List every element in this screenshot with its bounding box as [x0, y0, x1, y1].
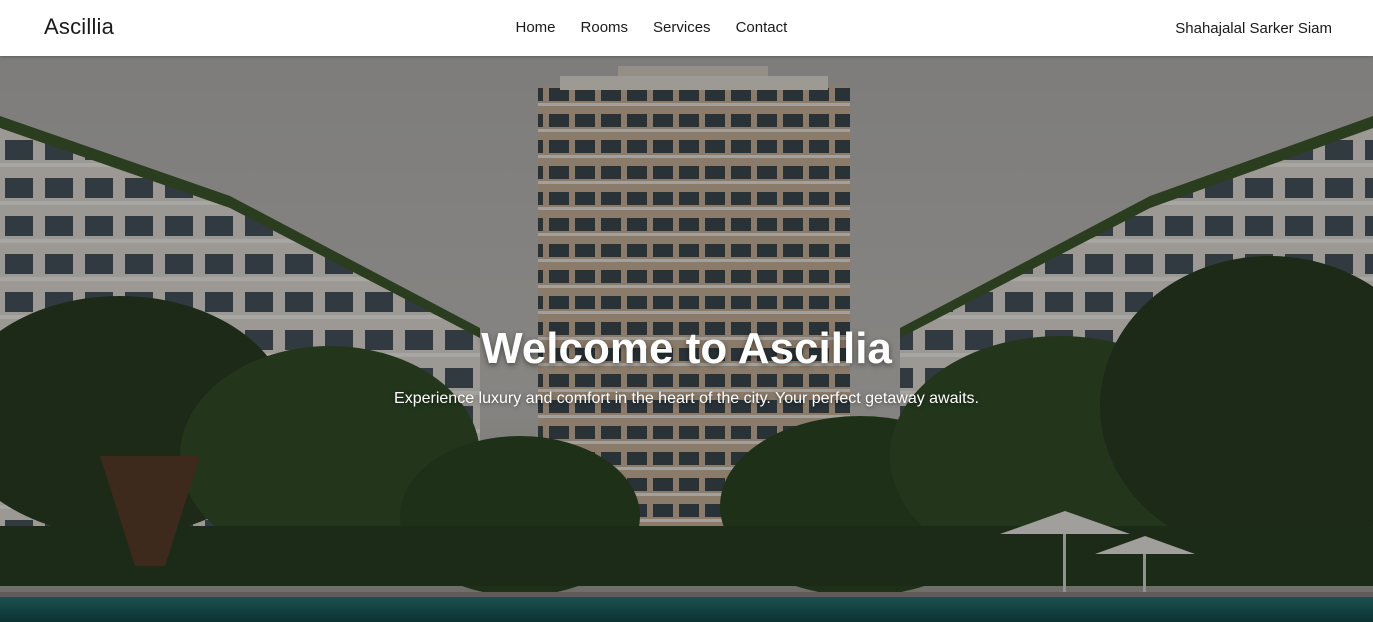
nav-item-home: Home	[516, 19, 556, 37]
nav-item-contact: Contact	[736, 19, 788, 37]
nav-link-services[interactable]: Services	[653, 19, 711, 36]
nav-link-contact[interactable]: Contact	[736, 19, 788, 36]
user-profile-link[interactable]: Shahajalal Sarker Siam	[1175, 0, 1332, 56]
nav-item-services: Services	[653, 19, 711, 37]
nav-item-rooms: Rooms	[581, 19, 629, 37]
hero-title: Welcome to Ascillia	[481, 324, 892, 373]
top-navbar: Ascillia Home Rooms Services Contact Sha…	[0, 0, 1373, 56]
nav-link-rooms[interactable]: Rooms	[581, 19, 629, 36]
hero-section: Welcome to Ascillia Experience luxury an…	[0, 56, 1373, 622]
nav-link-home[interactable]: Home	[516, 19, 556, 36]
hero-subtitle: Experience luxury and comfort in the hea…	[394, 390, 979, 407]
brand-logo[interactable]: Ascillia	[44, 14, 114, 40]
nav-menu: Home Rooms Services Contact	[503, 0, 800, 56]
